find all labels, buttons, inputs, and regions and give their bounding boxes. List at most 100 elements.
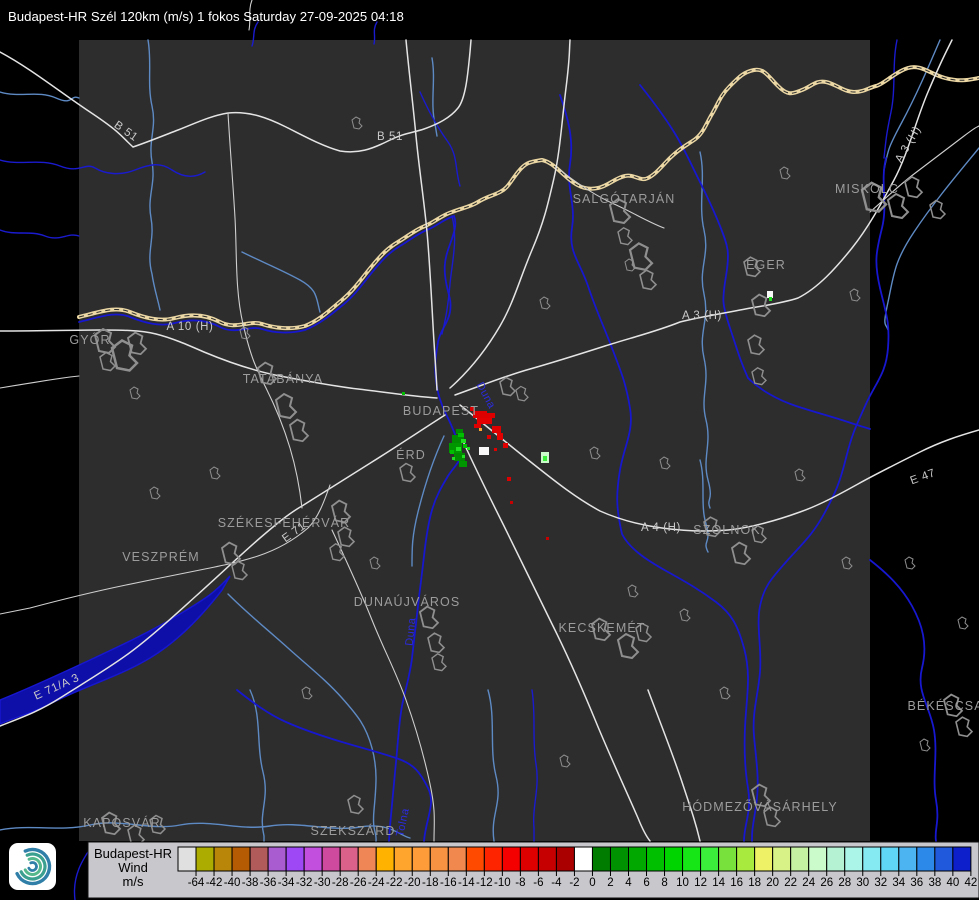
- legend-tick-label: 36: [910, 877, 923, 889]
- legend-tick-label: 10: [676, 877, 689, 889]
- legend-cell: [483, 846, 503, 872]
- legend-cell: [772, 846, 792, 872]
- legend-tick-label: 30: [856, 877, 869, 889]
- legend-cell: [609, 846, 629, 872]
- legend-cell: [357, 846, 377, 872]
- legend-tick-label: 0: [589, 877, 595, 889]
- legend-cell: [321, 846, 341, 872]
- legend-cell: [844, 846, 864, 872]
- legend-tick-label: -8: [515, 877, 525, 889]
- legend-tick-label: 34: [892, 877, 905, 889]
- legend-cell: [591, 846, 611, 872]
- radar-echo: [546, 537, 549, 540]
- legend-station: Budapest-HR: [94, 846, 172, 861]
- legend-cell: [501, 846, 521, 872]
- legend-tick-label: -12: [476, 877, 493, 889]
- legend-cell: [555, 846, 575, 872]
- legend-cell: [934, 846, 954, 872]
- radar-echo: [492, 426, 501, 433]
- radar-echo: [461, 439, 466, 443]
- legend-cell: [826, 846, 846, 872]
- legend-cell: [952, 846, 972, 872]
- legend-cell: [213, 846, 233, 872]
- radar-coverage-area: [79, 40, 870, 841]
- radar-echo: [479, 447, 489, 455]
- legend-unit: m/s: [123, 874, 144, 889]
- city-label: TATABÁNYA: [243, 371, 324, 386]
- legend-tick-label: -22: [386, 877, 403, 889]
- radar-echo: [402, 392, 405, 395]
- radar-echo: [462, 455, 465, 458]
- legend-tick-label: -36: [260, 877, 277, 889]
- legend-cell: [646, 846, 666, 872]
- radar-echo: [486, 413, 495, 418]
- legend-cell: [862, 846, 882, 872]
- city-label: DUNAÚJVÁROS: [354, 594, 461, 609]
- city-label: BUDAPEST: [403, 404, 479, 418]
- city-label: VESZPRÉM: [122, 549, 200, 564]
- radar-echo: [507, 477, 511, 481]
- legend-tick-label: -32: [296, 877, 313, 889]
- legend-tick-label: 14: [712, 877, 725, 889]
- legend-cell: [880, 846, 900, 872]
- legend-tick-label: 42: [964, 877, 977, 889]
- legend-tick-label: -38: [242, 877, 259, 889]
- legend-cell: [231, 846, 251, 872]
- legend-tick-label: 26: [820, 877, 833, 889]
- city-label: HÓDMEZŐVÁSÁRHELY: [682, 799, 838, 814]
- legend-cell: [573, 846, 593, 872]
- radar-echo: [767, 291, 773, 298]
- legend-tick-label: -16: [440, 877, 457, 889]
- legend-colorbar: -64 -42 -40 -38 -36 -34 -32 -30 -28 -26 -24 -22 -20-…: [177, 846, 977, 889]
- legend-tick-label: 18: [748, 877, 761, 889]
- legend-tick-label: 24: [802, 877, 815, 889]
- radar-echo: [456, 447, 461, 451]
- legend-tick-label: 20: [766, 877, 779, 889]
- radar-echo: [769, 297, 772, 301]
- legend-cell: [465, 846, 485, 872]
- legend-cell: [916, 846, 936, 872]
- radar-echo: [452, 457, 455, 460]
- legend-tick-label: -26: [350, 877, 367, 889]
- legend-cell: [249, 846, 269, 872]
- legend: Budapest-HR Wind m/s -64 -42 -40 -38 -36 -34-…: [87, 841, 979, 899]
- legend-cell: [682, 846, 702, 872]
- image-title: Budapest-HR Szél 120km (m/s) 1 fokos Sat…: [8, 9, 404, 24]
- radar-echo: [497, 433, 503, 440]
- legend-tick-label: 32: [874, 877, 887, 889]
- legend-tick-label: 2: [607, 877, 613, 889]
- legend-tick-label: 8: [661, 877, 667, 889]
- legend-tick-label: -30: [314, 877, 331, 889]
- legend-cell: [195, 846, 215, 872]
- legend-cell: [393, 846, 413, 872]
- legend-cell: [790, 846, 810, 872]
- city-label: KAPOSVÁR: [83, 815, 161, 830]
- legend-tick-label: -10: [494, 877, 511, 889]
- city-label: SZEKSZÁRD: [311, 823, 396, 838]
- radar-echo: [450, 450, 454, 454]
- legend-tick-label: -20: [404, 877, 421, 889]
- radar-echo: [459, 461, 467, 467]
- city-label: GYŐR: [69, 332, 110, 347]
- legend-cell: [177, 846, 197, 872]
- legend-tick-label: 38: [928, 877, 941, 889]
- met-logo: [9, 843, 56, 890]
- city-label: MISKOLC: [835, 182, 899, 196]
- legend-tick-label: 28: [838, 877, 851, 889]
- radar-image: GYŐR SALGÓTARJÁN MISKOLC EGER TATABÁNYA BUDAP…: [0, 0, 979, 900]
- legend-cell: [519, 846, 539, 872]
- legend-tick-label: 4: [625, 877, 632, 889]
- radar-echo: [494, 448, 497, 451]
- legend-tick-label: -34: [278, 877, 295, 889]
- legend-tick-label: -64: [188, 877, 205, 889]
- legend-tick-label: 22: [784, 877, 797, 889]
- legend-cell: [898, 846, 918, 872]
- legend-cell: [736, 846, 756, 872]
- legend-cell: [303, 846, 323, 872]
- legend-cell: [628, 846, 648, 872]
- legend-tick-label: -4: [551, 877, 562, 889]
- road-label: A 3 (H): [682, 310, 722, 322]
- legend-cell: [339, 846, 359, 872]
- radar-echo: [479, 428, 482, 431]
- legend-cell: [664, 846, 684, 872]
